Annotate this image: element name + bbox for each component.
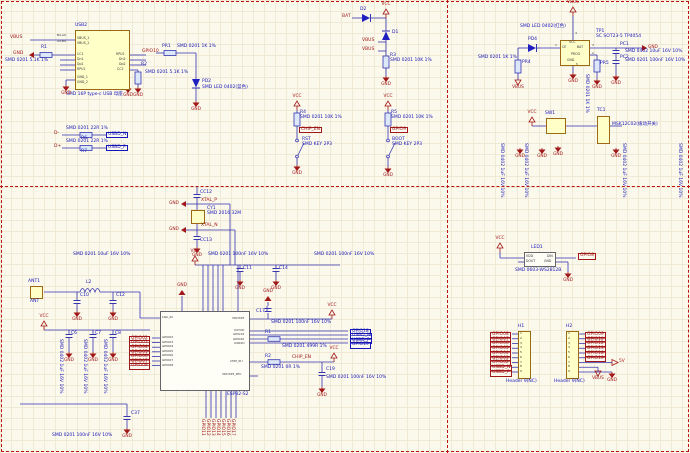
sheet-divider-horizontal [0, 186, 690, 187]
sheet-divider-vertical [447, 0, 448, 453]
schematic-canvas[interactable]: 1 1 2 2 3 3 4 4 5 5 6 6 7 7 8 8 9 9 USB2 SMD 16P type-c USB… [0, 0, 690, 453]
sheet-border [1, 1, 689, 452]
